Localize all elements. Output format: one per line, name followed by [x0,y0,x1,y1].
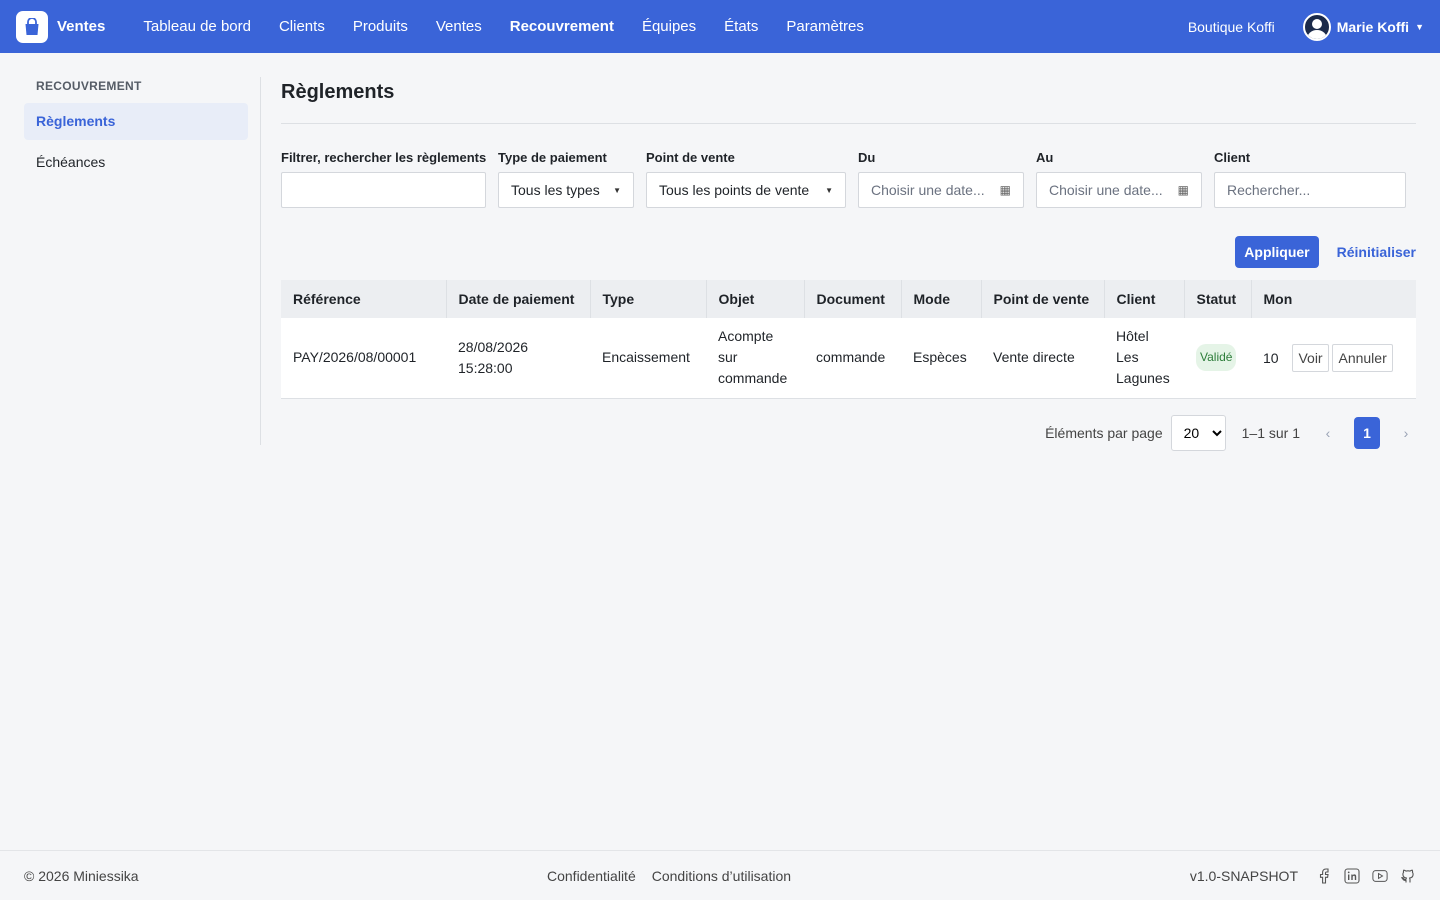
per-page-label: Éléments par page [1045,424,1163,441]
calendar-icon[interactable]: ▦ [1178,183,1189,197]
chevron-down-icon: ▼ [825,185,833,195]
amount-value: 10 [1263,349,1279,366]
client-placeholder: Rechercher... [1227,182,1311,198]
cell-type: Encaissement [602,349,690,366]
chevron-down-icon: ▼ [1415,21,1424,32]
col-amount[interactable]: Mon [1250,280,1416,318]
cell-status: Validé [1184,318,1251,398]
reset-button[interactable]: Réinitialiser [1337,244,1416,260]
cell-client: Hôtel Les Lagunes [1116,328,1170,387]
payments-table: Référence Date de paiement Type Objet Do… [281,280,1416,399]
cell-date: 28/08/2026 15:28:00 [446,318,590,398]
avatar [1302,12,1331,41]
privacy-link[interactable]: Confidentialité [547,868,636,884]
nav-link-dashboard[interactable]: Tableau de bord [129,18,265,35]
nav-link-settings[interactable]: Paramètres [772,18,878,35]
cell-reference: PAY/2026/08/00001 [293,349,417,366]
youtube-icon[interactable] [1372,868,1388,884]
cell-date-time: 15:28:00 [458,359,513,376]
nav-link-collection[interactable]: Recouvrement [496,18,628,35]
top-navbar: Ventes Tableau de bord Clients Produits … [0,0,1440,53]
date-to-placeholder: Choisir une date... [1049,182,1163,198]
sidebar-heading: RECOUVREMENT [36,79,142,93]
brand-name: Ventes [57,18,106,35]
search-input[interactable] [281,172,486,208]
nav-link-sales[interactable]: Ventes [422,18,496,35]
pagination: Éléments par page 20 1–1 sur 1 ‹ 1 › [281,414,1416,451]
col-client[interactable]: Client [1103,280,1184,318]
sidebar: RECOUVREMENT Règlements Échéances [24,77,248,181]
view-button[interactable]: Voir [1292,343,1329,372]
next-page-button[interactable]: › [1396,425,1416,441]
shop-selector[interactable]: Boutique Koffi [1188,19,1275,35]
nav-link-teams[interactable]: Équipes [628,18,710,35]
cell-mode: Espèces [913,349,967,366]
footer: © 2026 Miniessika Confidentialité Condit… [0,850,1440,900]
prev-page-button[interactable]: ‹ [1318,425,1338,441]
chevron-down-icon: ▼ [613,185,621,195]
sidebar-item-payments[interactable]: Règlements [24,103,248,140]
date-from-label: Du [858,150,876,165]
cell-amount: 10 Voir Annuler [1251,318,1416,398]
sidebar-item-due-dates[interactable]: Échéances [24,144,248,181]
calendar-icon[interactable]: ▦ [1000,183,1011,197]
date-from-placeholder: Choisir une date... [871,182,985,198]
payment-type-value: Tous les types [511,182,600,198]
filter-bar: Filtrer, rechercher les règlements Type … [281,150,1416,208]
filter-actions: Appliquer Réinitialiser [281,236,1416,268]
col-reference[interactable]: Référence [281,280,446,318]
main-nav: Tableau de bord Clients Produits Ventes … [129,18,878,35]
client-label: Client [1214,150,1251,165]
shopping-bag-icon [16,10,48,43]
nav-link-reports[interactable]: États [710,18,772,35]
user-menu[interactable]: Marie Koffi ▼ [1302,12,1424,41]
pos-value: Tous les points de vente [659,182,810,198]
client-search-input[interactable]: Rechercher... [1214,172,1406,208]
user-name: Marie Koffi [1336,18,1410,35]
date-to-label: Au [1036,150,1054,165]
brand[interactable]: Ventes [16,10,106,43]
search-label: Filtrer, rechercher les règlements [281,150,487,165]
pos-select[interactable]: Tous les points de vente ▼ [646,172,846,208]
linkedin-icon[interactable] [1344,867,1360,884]
col-pos[interactable]: Point de vente [980,280,1104,318]
cell-document: commande [816,349,886,366]
github-icon[interactable] [1400,868,1416,884]
cancel-button[interactable]: Annuler [1332,343,1393,372]
version-label: v1.0-SNAPSHOT [1189,867,1298,884]
cell-date-day: 28/08/2026 [458,338,529,355]
apply-button[interactable]: Appliquer [1235,236,1319,268]
main-content: Règlements Filtrer, rechercher les règle… [281,77,1416,451]
status-badge: Validé [1196,344,1237,372]
copyright: © 2026 Miniessika [24,867,139,884]
col-object[interactable]: Objet [705,280,804,318]
nav-link-products[interactable]: Produits [339,18,422,35]
pos-label: Point de vente [646,150,735,165]
date-to-input[interactable]: Choisir une date... ▦ [1036,172,1202,208]
page-range: 1–1 sur 1 [1241,424,1300,441]
facebook-icon[interactable] [1316,867,1332,884]
divider [281,123,1416,124]
page-title: Règlements [281,81,395,103]
sidebar-divider [260,77,261,445]
col-payment-date[interactable]: Date de paiement [445,280,590,318]
col-type[interactable]: Type [589,280,706,318]
cell-object: Acompte sur commande [718,328,788,387]
col-status[interactable]: Statut [1183,280,1251,318]
table-header: Référence Date de paiement Type Objet Do… [281,280,1416,318]
payment-type-label: Type de paiement [498,150,607,165]
col-document[interactable]: Document [803,280,901,318]
terms-link[interactable]: Conditions d’utilisation [652,868,791,884]
payment-type-select[interactable]: Tous les types ▼ [498,172,634,208]
table-row: PAY/2026/08/00001 28/08/2026 15:28:00 En… [281,318,1416,398]
nav-link-clients[interactable]: Clients [265,18,339,35]
cell-pos: Vente directe [993,349,1075,366]
col-mode[interactable]: Mode [900,280,981,318]
per-page-select[interactable]: 20 [1170,414,1226,451]
page-number-button[interactable]: 1 [1354,416,1380,449]
date-from-input[interactable]: Choisir une date... ▦ [858,172,1024,208]
